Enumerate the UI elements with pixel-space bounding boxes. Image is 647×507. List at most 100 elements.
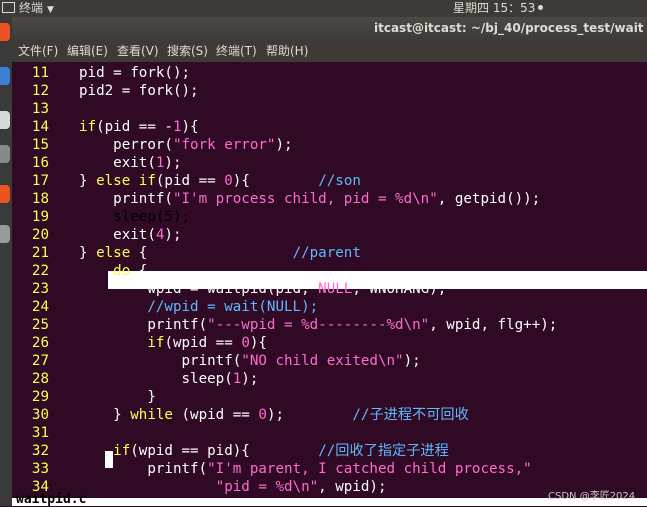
window-title: itcast@itcast: ~/bj_40/process_test/wait: [374, 21, 644, 35]
line-number: 15: [31, 137, 49, 153]
code-token: "pid = %d\n": [215, 479, 319, 495]
code-token: }: [79, 407, 131, 423]
line-number: 16: [31, 155, 49, 171]
line-number: 26: [31, 335, 49, 351]
launcher-terminal-icon[interactable]: [0, 145, 10, 163]
app-label: 终端: [19, 1, 44, 15]
clock[interactable]: 星期四 15：53: [453, 0, 544, 17]
code-line: 30 } while (wpid == 0); //子进程不可回收: [12, 406, 647, 424]
code-line: 11 pid = fork();: [12, 64, 647, 82]
code-text: } else { //parent: [79, 244, 361, 262]
launcher-files-icon[interactable]: [0, 67, 10, 85]
menu-view[interactable]: 查看(V): [117, 41, 159, 62]
code-line: 14 if(pid == -1){: [12, 118, 647, 136]
code-text: } while (wpid == 0); //子进程不可回收: [79, 406, 469, 424]
code-text: exit(1);: [79, 154, 182, 172]
line-number: 22: [31, 263, 49, 279]
code-token: {: [130, 263, 148, 279]
code-token: );: [241, 371, 259, 387]
line-number: 25: [31, 317, 49, 333]
line-number: 19: [31, 209, 49, 225]
code-line: 16 exit(1);: [12, 154, 647, 172]
code-token: (pid == -: [96, 119, 173, 135]
launcher-ubuntu-icon[interactable]: [0, 23, 10, 41]
code-token: , wpid, flg++);: [429, 317, 558, 333]
code-token: printf(: [79, 191, 173, 207]
code-token: exit(: [79, 155, 156, 171]
menu-file[interactable]: 文件(F): [18, 41, 58, 62]
code-text: exit(4);: [79, 226, 182, 244]
code-token: "I'm parent, I catched child process,": [207, 461, 532, 477]
line-number: 27: [31, 353, 49, 369]
launcher-software-icon[interactable]: [0, 185, 10, 203]
code-token: printf(: [79, 317, 208, 333]
top-panel: 终端 ▼ 星期四 15：53: [0, 0, 647, 17]
code-token: if: [79, 119, 97, 135]
code-text: perror("fork error");: [79, 136, 292, 154]
menu-help[interactable]: 帮助(H): [266, 41, 308, 62]
code-token: do: [113, 263, 131, 279]
code-token: , WNOHANG);: [352, 281, 447, 297]
code-line: 20 exit(4);: [12, 226, 647, 244]
code-token: exit(: [79, 227, 156, 243]
code-token: }: [79, 245, 97, 261]
code-token: "NO child exited\n": [241, 353, 404, 369]
code-token: , getpid());: [437, 191, 541, 207]
code-line: 26 if(wpid == 0){: [12, 334, 647, 352]
code-token: 1: [172, 119, 182, 135]
code-token: {: [130, 245, 293, 261]
code-token: "---wpid = %d--------%d\n": [207, 317, 430, 333]
code-text: if(pid == -1){: [79, 118, 199, 136]
code-token: }: [79, 173, 97, 189]
line-number: 14: [31, 119, 49, 135]
code-token: ){: [232, 173, 319, 189]
code-token: pid2 = fork();: [79, 83, 199, 99]
line-number: 32: [31, 443, 49, 459]
line-number: 28: [31, 371, 49, 387]
code-line: 22 do {: [12, 262, 647, 280]
line-number: 33: [31, 461, 49, 477]
code-token: if: [113, 443, 131, 459]
code-token: //parent: [292, 245, 361, 261]
code-token: "fork error": [172, 137, 276, 153]
code-token: //回收了指定子进程: [318, 443, 449, 459]
line-number: 24: [31, 299, 49, 315]
code-text: printf("I'm parent, I catched child proc…: [79, 460, 532, 478]
code-text: sleep(1);: [79, 370, 258, 388]
code-token: ){: [249, 335, 267, 351]
code-text: printf("---wpid = %d--------%d\n", wpid,…: [79, 316, 557, 334]
code-line: 25 printf("---wpid = %d--------%d\n", wp…: [12, 316, 647, 334]
code-text: printf("NO child exited\n");: [79, 352, 420, 370]
menu-edit[interactable]: 编辑(E): [67, 41, 108, 62]
code-token: 0: [224, 173, 233, 189]
code-token: while: [130, 407, 173, 423]
code-token: //wpid = wait(NULL);: [147, 299, 319, 315]
code-token: );: [266, 407, 353, 423]
code-token: 0: [241, 335, 250, 351]
code-token: //子进程不可回收: [352, 407, 469, 423]
code-text: pid = fork();: [79, 64, 190, 82]
code-text: do {: [79, 262, 147, 280]
code-token: ){: [181, 119, 199, 135]
code-token: NULL: [318, 281, 353, 297]
code-token: (wpid ==: [172, 407, 259, 423]
line-number: 11: [31, 65, 49, 81]
code-line: 19 sleep(5);: [12, 208, 647, 226]
window-titlebar[interactable]: itcast@itcast: ~/bj_40/process_test/wait: [12, 17, 647, 41]
code-token: else: [96, 245, 131, 261]
code-token: (wpid == pid){: [130, 443, 319, 459]
menu-search[interactable]: 搜索(S): [167, 41, 208, 62]
line-number: 13: [31, 101, 49, 117]
code-text: pid2 = fork();: [79, 82, 199, 100]
code-token: );: [164, 227, 182, 243]
code-token: );: [164, 155, 182, 171]
menu-terminal[interactable]: 终端(T): [216, 41, 257, 62]
launcher-settings-icon[interactable]: [0, 225, 10, 243]
launcher-browser-icon[interactable]: [0, 111, 10, 129]
launcher: [0, 17, 12, 506]
terminal-area[interactable]: 11 pid = fork(); 12 pid2 = fork(); 13 14 if(pi…: [12, 62, 647, 498]
code-line: 23 wpid = waitpid(pid, NULL, WNOHANG);: [12, 280, 647, 298]
